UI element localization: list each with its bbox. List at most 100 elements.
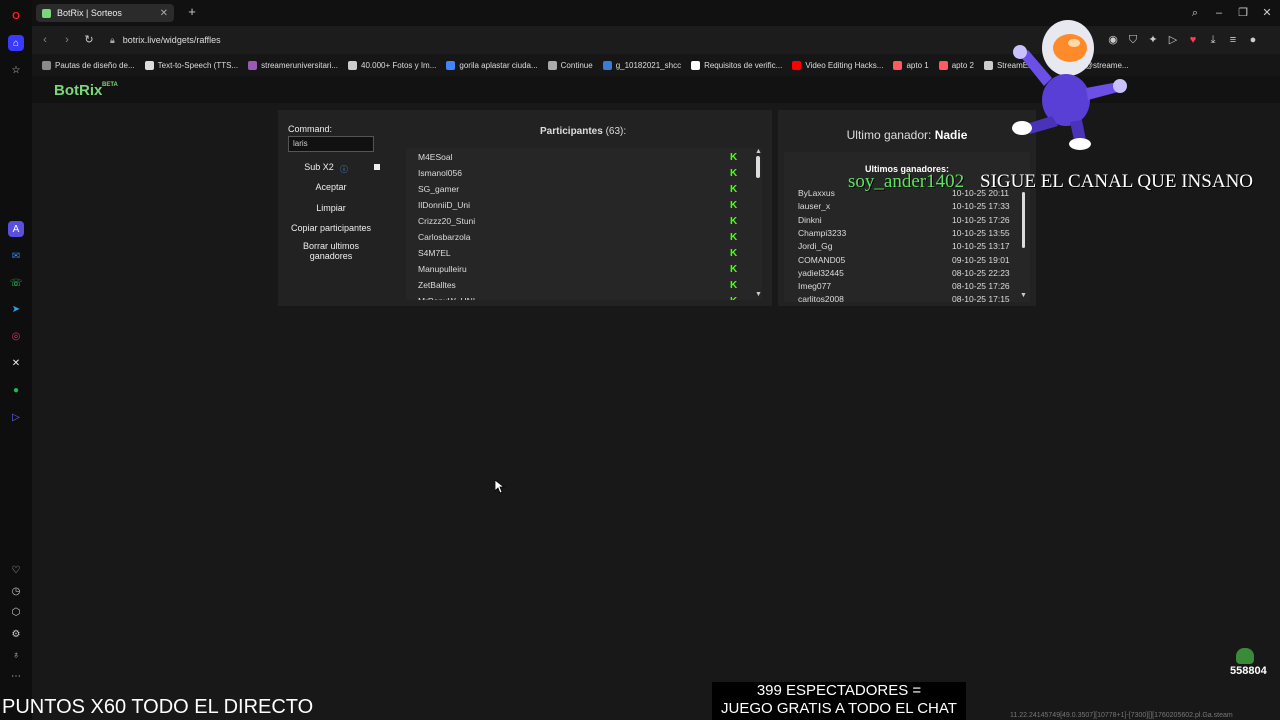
tips-icon[interactable]: ♁ <box>8 647 24 663</box>
kick-platform-icon: K <box>730 296 737 300</box>
scroll-down-icon[interactable]: ▼ <box>755 291 762 298</box>
bookmark-favicon-icon <box>893 60 903 70</box>
participants-title: Participantes (63): <box>540 126 626 137</box>
winner-name: Imeg077 <box>798 281 832 292</box>
spotify-icon[interactable]: ● <box>8 382 24 398</box>
bookmark-favicon-icon <box>602 60 612 70</box>
bookmark-item[interactable]: apto 1 <box>893 60 929 70</box>
favorites-icon[interactable]: ♡ <box>8 562 24 578</box>
scroll-down-icon[interactable]: ▼ <box>1020 292 1027 299</box>
participant-row[interactable]: Manupulleiru K <box>406 262 746 278</box>
more-icon[interactable]: ⋯ <box>8 668 24 684</box>
bookmark-label: Video Editing Hacks... <box>805 60 884 70</box>
participant-row[interactable]: M4ESoal K <box>406 150 746 166</box>
bookmark-label: Text-to-Speech (TTS... <box>157 60 239 70</box>
bookmark-item[interactable]: Video Editing Hacks... <box>792 60 884 70</box>
close-tab-icon[interactable]: ✕ <box>160 8 168 19</box>
close-window-icon[interactable]: ✕ <box>1260 6 1274 20</box>
participant-name: Crizzz20_Stuni <box>418 216 476 226</box>
bookmark-label: Requisitos de verific... <box>704 60 783 70</box>
extensions-puzzle-icon[interactable]: ✦ <box>1146 33 1160 47</box>
participants-list[interactable]: ▲ ▼ M4ESoal K Ismanol056 K SG_gamer K IlDonnii… <box>406 148 762 300</box>
bookmark-favicon-icon <box>547 60 557 70</box>
bookmark-favicon-icon <box>983 60 993 70</box>
messenger-icon[interactable]: ✉ <box>8 248 24 264</box>
download-icon[interactable]: ⤓ <box>1206 33 1220 47</box>
participants-scrollbar[interactable] <box>756 156 760 178</box>
bookmark-label: gorila aplastar ciuda... <box>459 60 538 70</box>
mouse-cursor-icon <box>495 480 505 494</box>
winners-scrollbar[interactable] <box>1022 192 1025 248</box>
clear-button[interactable]: Limpiar <box>288 203 374 213</box>
maximize-icon[interactable]: ❐ <box>1236 6 1250 20</box>
overlay-debug-text: 11.22.24145749[49.0.3507][10778+1]-[7300… <box>1010 712 1233 719</box>
participant-row[interactable]: S4M7EL K <box>406 246 746 262</box>
kick-platform-icon: K <box>730 184 738 195</box>
bookmark-item[interactable]: g_10182021_shcc <box>602 60 681 70</box>
bookmark-favicon-icon <box>691 60 701 70</box>
heart-icon[interactable]: ♥ <box>1186 33 1200 47</box>
reload-icon[interactable]: ↻ <box>82 33 96 47</box>
scroll-up-icon[interactable]: ▲ <box>755 148 762 155</box>
bookmark-item[interactable]: Requisitos de verific... <box>691 60 783 70</box>
minimize-icon[interactable]: – <box>1212 6 1226 20</box>
command-input[interactable]: laris <box>288 136 374 152</box>
search-tabs-icon[interactable]: ⌕ <box>1188 6 1202 20</box>
history-icon[interactable]: ◷ <box>8 583 24 599</box>
participant-row[interactable]: Ismanol056 K <box>406 166 746 182</box>
winner-name: COMAND05 <box>798 254 846 265</box>
bookmark-item[interactable]: streameruniversitari... <box>248 60 338 70</box>
play-icon[interactable]: ▷ <box>1166 33 1180 47</box>
site-favicon-icon <box>42 8 51 18</box>
bookmark-favicon-icon <box>42 60 51 70</box>
menu-icon[interactable]: ≡ <box>1226 33 1240 47</box>
telegram-icon[interactable]: ➤ <box>8 301 24 317</box>
pinboard-icon[interactable]: ☆ <box>8 62 24 78</box>
winner-name: lauser_x <box>798 201 831 212</box>
tab-botrix[interactable]: BotRix | Sorteos ✕ <box>36 4 174 22</box>
participants-count: (63): <box>605 126 627 137</box>
bookmark-item[interactable]: apto 2 <box>938 60 974 70</box>
participant-name: Manupulleiru <box>418 264 467 274</box>
url-field[interactable]: 🔒︎ botrix.live/widgets/raffles <box>110 31 1110 49</box>
bookmark-item[interactable]: gorila aplastar ciuda... <box>446 60 538 70</box>
bookmark-item[interactable]: 40.000+ Fotos y Im... <box>348 60 436 70</box>
bookmark-favicon-icon <box>348 60 358 70</box>
overlay-spectators: 399 ESPECTADORES = JUEGO GRATIS A TODO E… <box>712 682 966 720</box>
winner-date: 10-10-25 17:26 <box>952 214 1010 225</box>
profile-icon[interactable]: ● <box>1246 33 1260 47</box>
instagram-icon[interactable]: ◎ <box>8 328 24 344</box>
winner-row: Imeg077 08-10-25 17:26 <box>798 281 1018 294</box>
copy-participants-button[interactable]: Copiar participantes <box>288 223 374 233</box>
forward-icon[interactable]: › <box>60 33 74 47</box>
winner-row: yadiel32445 08-10-25 22:23 <box>798 268 1018 281</box>
kick-platform-icon: K <box>730 200 738 211</box>
sub-x2-checkbox[interactable] <box>374 164 380 170</box>
bookmark-item[interactable]: Continue <box>547 60 593 70</box>
opera-logo-icon[interactable]: O <box>8 8 24 24</box>
aria-icon[interactable]: A <box>8 221 24 237</box>
participant-name: S4M7EL <box>418 248 451 258</box>
accept-button[interactable]: Aceptar <box>288 182 374 192</box>
participant-row[interactable]: Carlosbarzola K <box>406 230 746 246</box>
winner-row: Jordi_Gg 10-10-25 13:17 <box>798 241 1018 254</box>
whatsapp-icon[interactable]: ☏ <box>8 275 24 291</box>
participant-row[interactable]: SG_gamer K <box>406 182 746 198</box>
kick-platform-icon: K <box>730 264 738 275</box>
bookmark-item[interactable]: Pautas de diseño de... <box>42 60 135 70</box>
extensions-icon[interactable]: ⬡ <box>8 604 24 620</box>
info-icon[interactable]: ⓘ <box>340 164 348 175</box>
participant-row[interactable]: MrPanuW_UNI K <box>406 294 746 300</box>
participant-row[interactable]: Crizzz20_Stuni K <box>406 214 746 230</box>
botrix-logo[interactable]: BotRix <box>54 82 102 99</box>
new-tab-icon[interactable]: + <box>186 5 198 18</box>
delete-winners-button[interactable]: Borrar ultimos ganadores <box>298 241 364 261</box>
home-icon[interactable]: ⌂ <box>8 35 24 51</box>
player-icon[interactable]: ▷ <box>8 409 24 425</box>
settings-icon[interactable]: ⚙ <box>8 626 24 642</box>
x-twitter-icon[interactable]: ✕ <box>8 355 24 371</box>
back-icon[interactable]: ‹ <box>38 33 52 47</box>
bookmark-item[interactable]: Text-to-Speech (TTS... <box>144 60 239 70</box>
participant-row[interactable]: IlDonniiD_Uni K <box>406 198 746 214</box>
participant-row[interactable]: ZetBalltes K <box>406 278 746 294</box>
